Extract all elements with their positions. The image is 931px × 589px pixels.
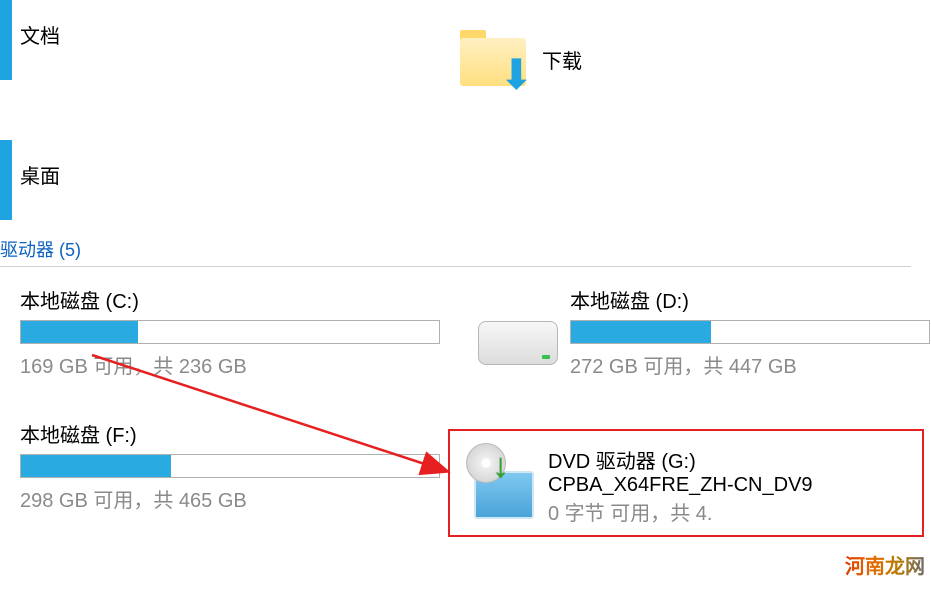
folder-downloads[interactable]: ⬇ 下载 <box>460 30 582 88</box>
dvd-text: DVD 驱动器 (G:) CPBA_X64FRE_ZH-CN_DV9 0 字节 … <box>548 445 813 526</box>
folder-documents[interactable]: 文档 <box>20 20 60 49</box>
folder-desktop[interactable]: 桌面 <box>20 160 60 189</box>
drives-section-header[interactable]: 驱动器 (5) <box>0 230 911 267</box>
drive-name: 本地磁盘 (F:) <box>20 419 440 448</box>
folder-label: 桌面 <box>20 160 60 189</box>
capacity-bar <box>20 320 440 344</box>
folder-label: 文档 <box>20 20 60 49</box>
capacity-bar <box>20 454 440 478</box>
drive-g-dvd[interactable]: ↓ DVD 驱动器 (G:) CPBA_X64FRE_ZH-CN_DV9 0 字… <box>458 435 825 536</box>
dvd-name: DVD 驱动器 (G:) <box>548 445 813 474</box>
drive-stats: 169 GB 可用，共 236 GB <box>20 350 440 379</box>
drive-stats: 272 GB 可用，共 447 GB <box>570 350 930 379</box>
drive-name: 本地磁盘 (C:) <box>20 285 440 314</box>
drive-f[interactable]: 本地磁盘 (F:) 298 GB 可用，共 465 GB <box>20 419 440 513</box>
downloads-folder-icon: ⬇ <box>460 30 530 88</box>
folders-area: 文档 ⬇ 下载 桌面 <box>0 0 931 230</box>
dvd-drive-icon: ↓ <box>470 445 534 519</box>
desktop-tile-accent <box>0 140 12 220</box>
dvd-stats: 0 字节 可用，共 4. <box>548 497 813 526</box>
documents-tile-accent <box>0 0 12 80</box>
hdd-icon <box>478 307 558 365</box>
watermark: 河南龙网 <box>845 550 925 579</box>
capacity-bar <box>570 320 930 344</box>
drives-area: 本地磁盘 (C:) 169 GB 可用，共 236 GB 本地磁盘 (D:) 2… <box>0 273 931 285</box>
drive-d[interactable]: 本地磁盘 (D:) 272 GB 可用，共 447 GB <box>570 285 930 379</box>
drive-c[interactable]: 本地磁盘 (C:) 169 GB 可用，共 236 GB <box>20 285 440 379</box>
folder-label: 下载 <box>542 45 582 74</box>
capacity-used <box>571 321 711 343</box>
capacity-used <box>21 455 171 477</box>
drive-stats: 298 GB 可用，共 465 GB <box>20 484 440 513</box>
capacity-used <box>21 321 138 343</box>
drive-name: 本地磁盘 (D:) <box>570 285 930 314</box>
dvd-volume-label: CPBA_X64FRE_ZH-CN_DV9 <box>548 474 813 497</box>
